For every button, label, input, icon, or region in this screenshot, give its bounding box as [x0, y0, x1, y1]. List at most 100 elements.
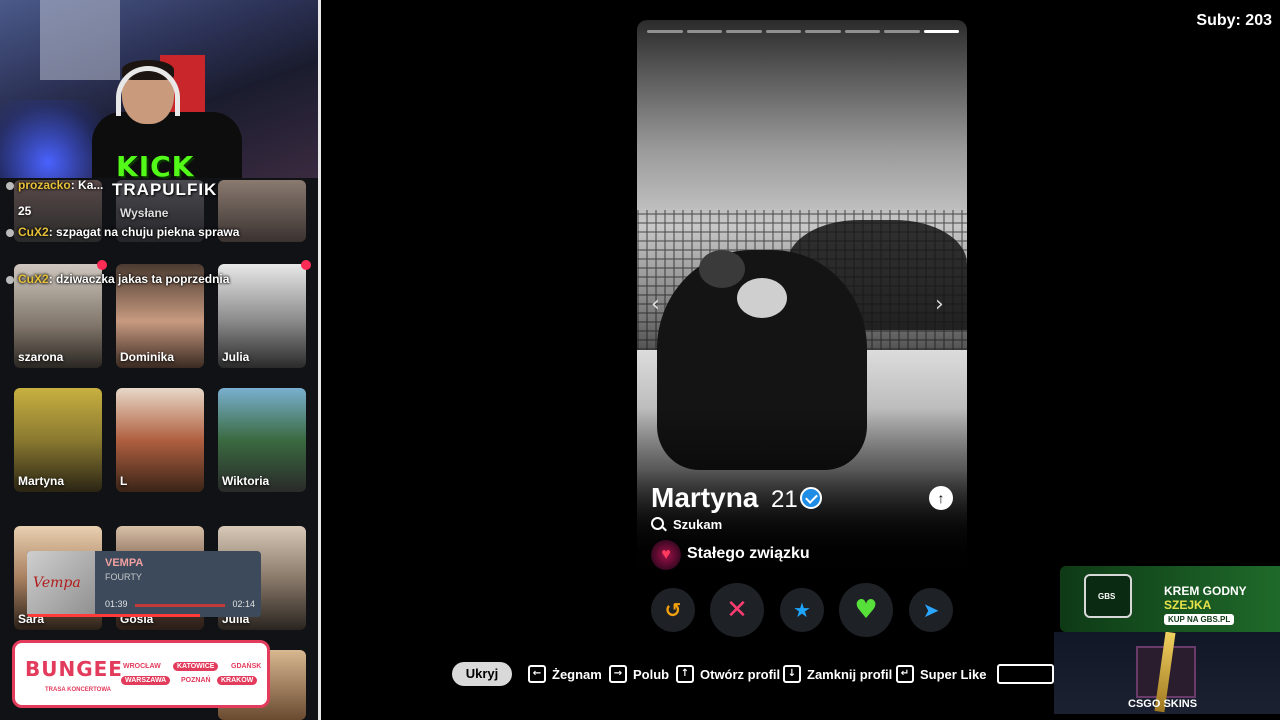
bungee-city: GDAŃSK [231, 663, 262, 670]
profile-card-main[interactable]: ‹ › Martyna 21 ↑ Szukam ♥ Stałego związk… [637, 20, 967, 608]
super-like-button[interactable]: ★ [780, 588, 824, 632]
heart-arrow-icon: ♥ [651, 540, 681, 570]
krem-ad: KREM GODNY SZEJKA KUP NA GBS.PL GBS [1060, 566, 1280, 632]
hint-label: Zamknij profil [807, 666, 893, 682]
track-artist: FOURTY [105, 572, 142, 582]
sent-label: Wysłane [120, 206, 169, 220]
heart-icon: ♥ [854, 595, 878, 625]
photo-progress-bars [647, 30, 959, 33]
album-cover-text: Vempa [33, 575, 81, 591]
photo-helmet [699, 250, 745, 288]
streamer-name: TRAPULFIK [112, 180, 218, 199]
chat-message: CuX2: szpagat na chuju piekna sprawa [6, 225, 239, 239]
sidebar: 25 Wysłane szarona Dominika Julia Martyn… [0, 0, 320, 720]
bungee-city: POZNAŃ [181, 677, 211, 684]
looking-for-label: Szukam [673, 517, 723, 532]
photo-progress-segment [765, 30, 801, 33]
chat-message: CuX2: dziwaczka jakas ta poprzednia [6, 272, 229, 286]
chat-user: CuX2 [18, 272, 49, 286]
krem-ad-cta: KUP NA GBS.PL [1164, 614, 1235, 625]
up-key-icon: ↑ [676, 665, 694, 683]
bungee-city: KRAKÓW [217, 676, 258, 685]
star-icon: ★ [793, 598, 811, 622]
rewind-button[interactable]: ↺ [651, 588, 695, 632]
hint-label: Otwórz profil [700, 666, 781, 682]
sidebar-divider [318, 0, 321, 720]
boost-button[interactable]: ➤ [909, 588, 953, 632]
hint-label: Polub [633, 666, 670, 682]
hint-nope: ← Żegnam [528, 664, 602, 684]
profile-age: 21 [771, 486, 798, 513]
chat-text: dziwaczka jakas ta poprzednia [56, 272, 230, 286]
bungee-subtitle: TRASA KONCERTOWA [45, 687, 111, 693]
csgo-skins-ad: CSGO SKINS [1054, 632, 1280, 714]
rewind-icon: ↺ [664, 598, 682, 622]
relationship-goal: Stałego związku [687, 545, 810, 562]
right-key-icon: → [609, 665, 627, 683]
empty-key-box [997, 664, 1054, 684]
track-elapsed: 01:39 [105, 599, 128, 609]
photo-progress-segment [923, 30, 959, 33]
prev-photo-icon[interactable]: ‹ [651, 292, 660, 317]
track-waveform [135, 604, 225, 607]
profile-card-name: szarona [18, 350, 64, 364]
unread-dot [97, 260, 107, 270]
hint-close-profile: ↓ Zamknij profil [783, 664, 892, 684]
photo-progress-segment [647, 30, 683, 33]
photo-progress-segment [844, 30, 880, 33]
down-key-icon: ↓ [783, 665, 801, 683]
profile-card-name: Dominika [120, 350, 175, 364]
profile-card[interactable]: Martyna [14, 388, 102, 492]
hint-like: → Polub [609, 664, 669, 684]
krem-ad-line1: KREM GODNY [1164, 584, 1247, 598]
unread-dot [301, 260, 311, 270]
photo-progress-segment [884, 30, 920, 33]
left-key-icon: ← [528, 665, 546, 683]
hint-label: Super Like [920, 666, 987, 682]
chat-message: prozacko: Ka... [6, 178, 103, 192]
like-button[interactable]: ♥ [839, 583, 893, 637]
send-icon: ➤ [922, 598, 940, 622]
search-icon [651, 517, 664, 530]
chat-text: szpagat na chuju piekna sprawa [56, 225, 240, 239]
photo-helmet [737, 278, 787, 318]
hint-label: Żegnam [552, 666, 602, 682]
bungee-city: KATOWICE [173, 662, 219, 671]
chat-user: CuX2 [18, 225, 49, 239]
profile-card-name: L [120, 474, 128, 488]
krem-ad-line2: SZEJKA [1164, 598, 1212, 612]
nope-button[interactable]: ✕ [710, 583, 764, 637]
profile-card[interactable]: L [116, 388, 204, 492]
profile-card-name: Martyna [18, 474, 65, 488]
hint-open-profile: ↑ Otwórz profil [676, 664, 780, 684]
bungee-ad: BUNGEE TRASA KONCERTOWA WROCŁAW KATOWICE… [12, 640, 270, 708]
album-cover: Vempa [27, 551, 95, 617]
profile-card[interactable]: Wiktoria [218, 388, 306, 492]
profile-card-name: Julia [222, 350, 250, 364]
track-title: VEMPA [105, 557, 144, 569]
csgo-ad-label: CSGO SKINS [1128, 698, 1198, 710]
bungee-city: WARSZAWA [121, 676, 171, 685]
next-photo-icon[interactable]: › [935, 292, 944, 317]
bungee-logo: BUNGEE [25, 657, 123, 681]
profile-card-partial-label: 25 [18, 204, 32, 218]
verified-badge-icon [800, 487, 822, 509]
hint-super-like: ↵ Super Like [896, 664, 986, 684]
hide-button[interactable]: Ukryj [452, 662, 512, 686]
photo-progress-segment [805, 30, 841, 33]
music-widget: Vempa VEMPA FOURTY 01:39 02:14 [27, 551, 261, 617]
chat-badge-icon [6, 181, 14, 190]
subs-counter: Suby: 203 [1196, 12, 1272, 29]
profile-card-name: Wiktoria [222, 474, 270, 488]
bungee-city: WROCŁAW [123, 663, 161, 670]
profile-card[interactable]: Julia [218, 264, 306, 368]
krem-ad-brand: GBS [1098, 592, 1116, 601]
x-icon: ✕ [726, 595, 748, 625]
profile-name: Martyna [651, 482, 759, 513]
chat-badge-icon [6, 275, 14, 284]
track-duration: 02:14 [232, 599, 255, 609]
chat-text: Ka... [78, 178, 104, 192]
chat-user: prozacko [18, 178, 71, 192]
open-profile-button[interactable]: ↑ [929, 486, 953, 510]
kick-logo: KICK [116, 150, 195, 183]
